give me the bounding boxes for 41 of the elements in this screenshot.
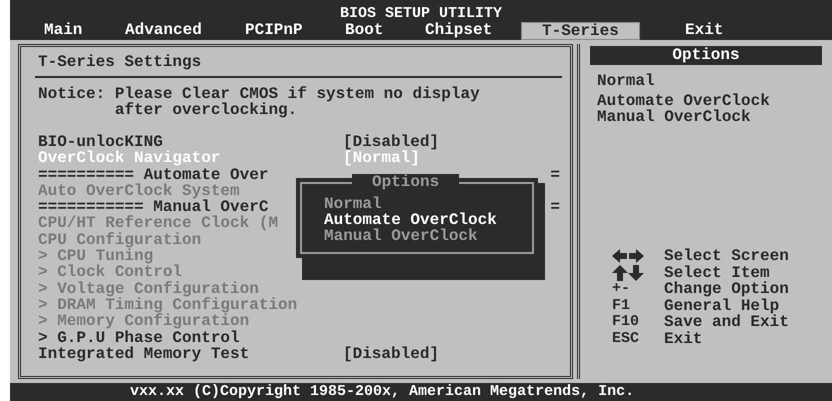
key-help-text: Exit	[664, 330, 702, 347]
notice-text: Notice: Please Clear CMOS if system no display	[38, 86, 481, 102]
separator-text: ========== Automate Over	[38, 166, 268, 183]
menu-tab[interactable]: PCIPnP	[235, 22, 313, 40]
window-title: BIOS SETUP UTILITY	[340, 7, 502, 21]
up-down-arrows-icon	[612, 264, 644, 281]
popup-option[interactable]: Manual OverClock	[324, 228, 532, 244]
key-label: F1	[612, 298, 630, 314]
popup-option[interactable]: Normal	[324, 196, 532, 212]
copyright-footer: vxx.xx (C)Copyright 1985-200x, American Megatrends, Inc.	[10, 383, 832, 401]
key-label: ESC	[612, 330, 640, 347]
menu-tab[interactable]: Exit	[675, 22, 734, 40]
options-header: Options	[590, 46, 822, 65]
menu-tab[interactable]: T-Series	[521, 22, 640, 40]
key-label: F10	[612, 314, 640, 330]
setting-label[interactable]: Integrated Memory Test	[38, 344, 250, 363]
separator-text: =========== Manual OverC	[38, 199, 268, 216]
help-text: Manual OverClock	[597, 109, 752, 125]
separator-text: =	[550, 166, 560, 183]
setting-value[interactable]: [Disabled]	[343, 134, 440, 150]
separator-text: =	[550, 199, 560, 216]
section-title: T-Series Settings	[38, 54, 202, 70]
help-text: Normal	[597, 73, 656, 89]
left-right-arrows-icon	[612, 249, 644, 264]
key-help-text: Select Item	[664, 264, 770, 281]
key-help-text: Save and Exit	[664, 314, 789, 330]
menu-tab[interactable]: Advanced	[115, 22, 212, 40]
key-help-text: Change Option	[664, 281, 789, 298]
menu-tab[interactable]: Boot	[335, 22, 394, 40]
setting-label[interactable]: BIO-unlocKING	[38, 133, 163, 151]
popup-option[interactable]: Automate OverClock	[324, 212, 532, 228]
notice-text: after overclocking.	[114, 102, 298, 118]
setting-value[interactable]: [Disabled]	[343, 346, 440, 362]
menu-tab[interactable]: Chipset	[415, 22, 502, 40]
key-help-text: Select Screen	[664, 248, 789, 264]
key-help-text: General Help	[664, 298, 780, 314]
popup-title: Options	[352, 174, 460, 190]
key-label: +-	[612, 281, 630, 298]
help-text: Automate OverClock	[597, 93, 771, 109]
menu-tab[interactable]: Main	[34, 22, 92, 40]
submenu-item[interactable]: > G.P.U Phase Control	[38, 328, 240, 347]
